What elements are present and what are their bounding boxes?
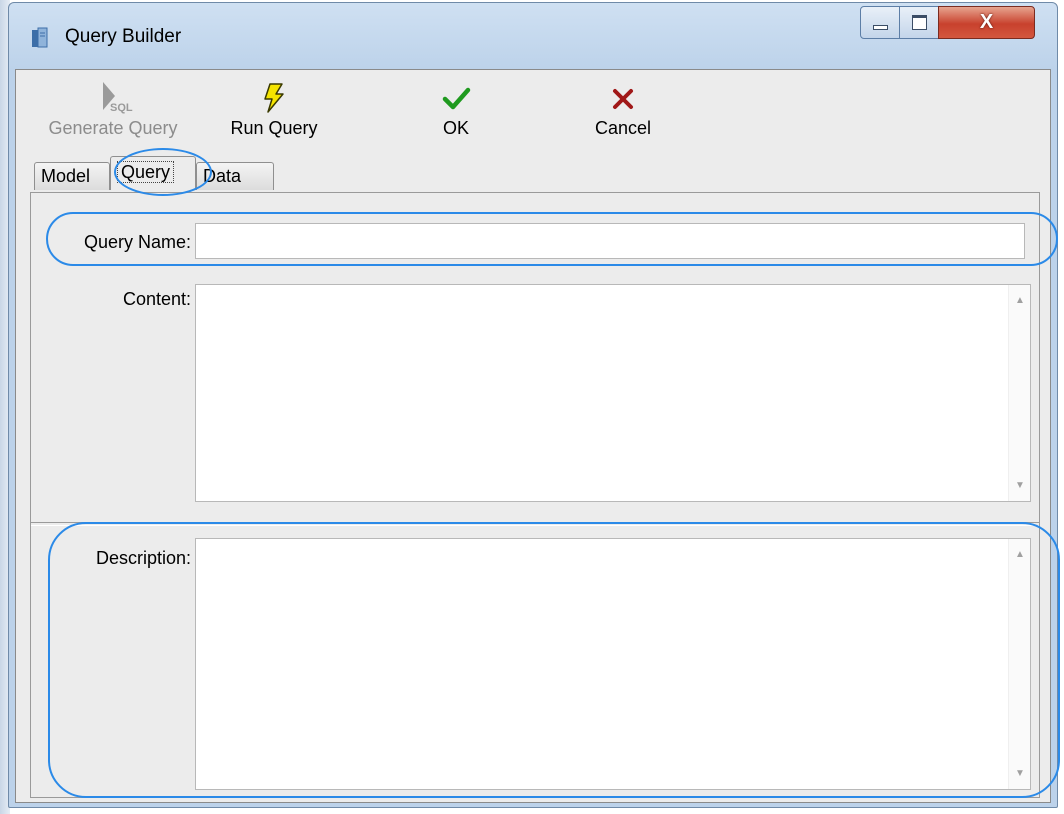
description-textarea[interactable]	[196, 539, 1008, 789]
description-field: ▲ ▼	[195, 538, 1031, 790]
cancel-button[interactable]: Cancel	[578, 80, 668, 150]
minimize-button[interactable]	[860, 6, 900, 39]
tab-query-label: Query	[117, 161, 175, 183]
scroll-up-icon[interactable]: ▲	[1009, 295, 1031, 306]
svg-text:SQL: SQL	[110, 102, 133, 114]
window-title: Query Builder	[65, 26, 182, 47]
checkmark-icon	[442, 87, 471, 110]
content-scrollbar[interactable]: ▲ ▼	[1008, 285, 1030, 501]
client-area: SQL Generate Query Run Query OK Cancel M…	[15, 69, 1051, 803]
app-icon	[32, 27, 48, 48]
scroll-down-icon[interactable]: ▼	[1009, 480, 1031, 491]
split-divider[interactable]	[31, 522, 1039, 526]
minimize-icon	[872, 25, 888, 30]
close-button[interactable]: X	[938, 6, 1035, 39]
query-name-input[interactable]	[195, 223, 1025, 259]
ok-button[interactable]: OK	[416, 80, 496, 150]
query-name-label: Query Name:	[83, 232, 191, 252]
run-query-label: Run Query	[230, 118, 318, 138]
close-icon: X	[979, 11, 994, 33]
query-builder-window: Query Builder X SQL Generate Query Run Q…	[8, 2, 1058, 808]
generate-sql-icon: SQL	[103, 82, 133, 114]
description-label: Description:	[95, 548, 191, 568]
generate-query-button[interactable]: SQL Generate Query	[28, 80, 198, 150]
ok-label: OK	[442, 118, 469, 138]
description-scrollbar[interactable]: ▲ ▼	[1008, 539, 1030, 789]
content-textarea[interactable]	[196, 285, 1008, 501]
scroll-up-icon[interactable]: ▲	[1009, 549, 1031, 560]
toolbar: SQL Generate Query Run Query OK Cancel	[16, 70, 1050, 152]
maximize-icon	[911, 15, 927, 30]
content-label: Content:	[122, 289, 191, 309]
content-field: ▲ ▼	[195, 284, 1031, 502]
x-mark-icon	[613, 89, 633, 109]
tab-model[interactable]: Model	[34, 162, 110, 190]
run-query-button[interactable]: Run Query	[212, 80, 336, 150]
query-panel: Query Name: Content: ▲ ▼ Description: ▲ …	[30, 192, 1040, 798]
title-bar[interactable]: Query Builder X	[9, 3, 1057, 71]
tab-query[interactable]: Query	[110, 156, 196, 190]
lightning-icon	[264, 83, 284, 113]
scroll-down-icon[interactable]: ▼	[1009, 768, 1031, 779]
cancel-label: Cancel	[594, 118, 652, 138]
tab-data[interactable]: Data	[196, 162, 274, 190]
generate-query-label: Generate Query	[48, 118, 178, 138]
maximize-button[interactable]	[899, 6, 939, 39]
